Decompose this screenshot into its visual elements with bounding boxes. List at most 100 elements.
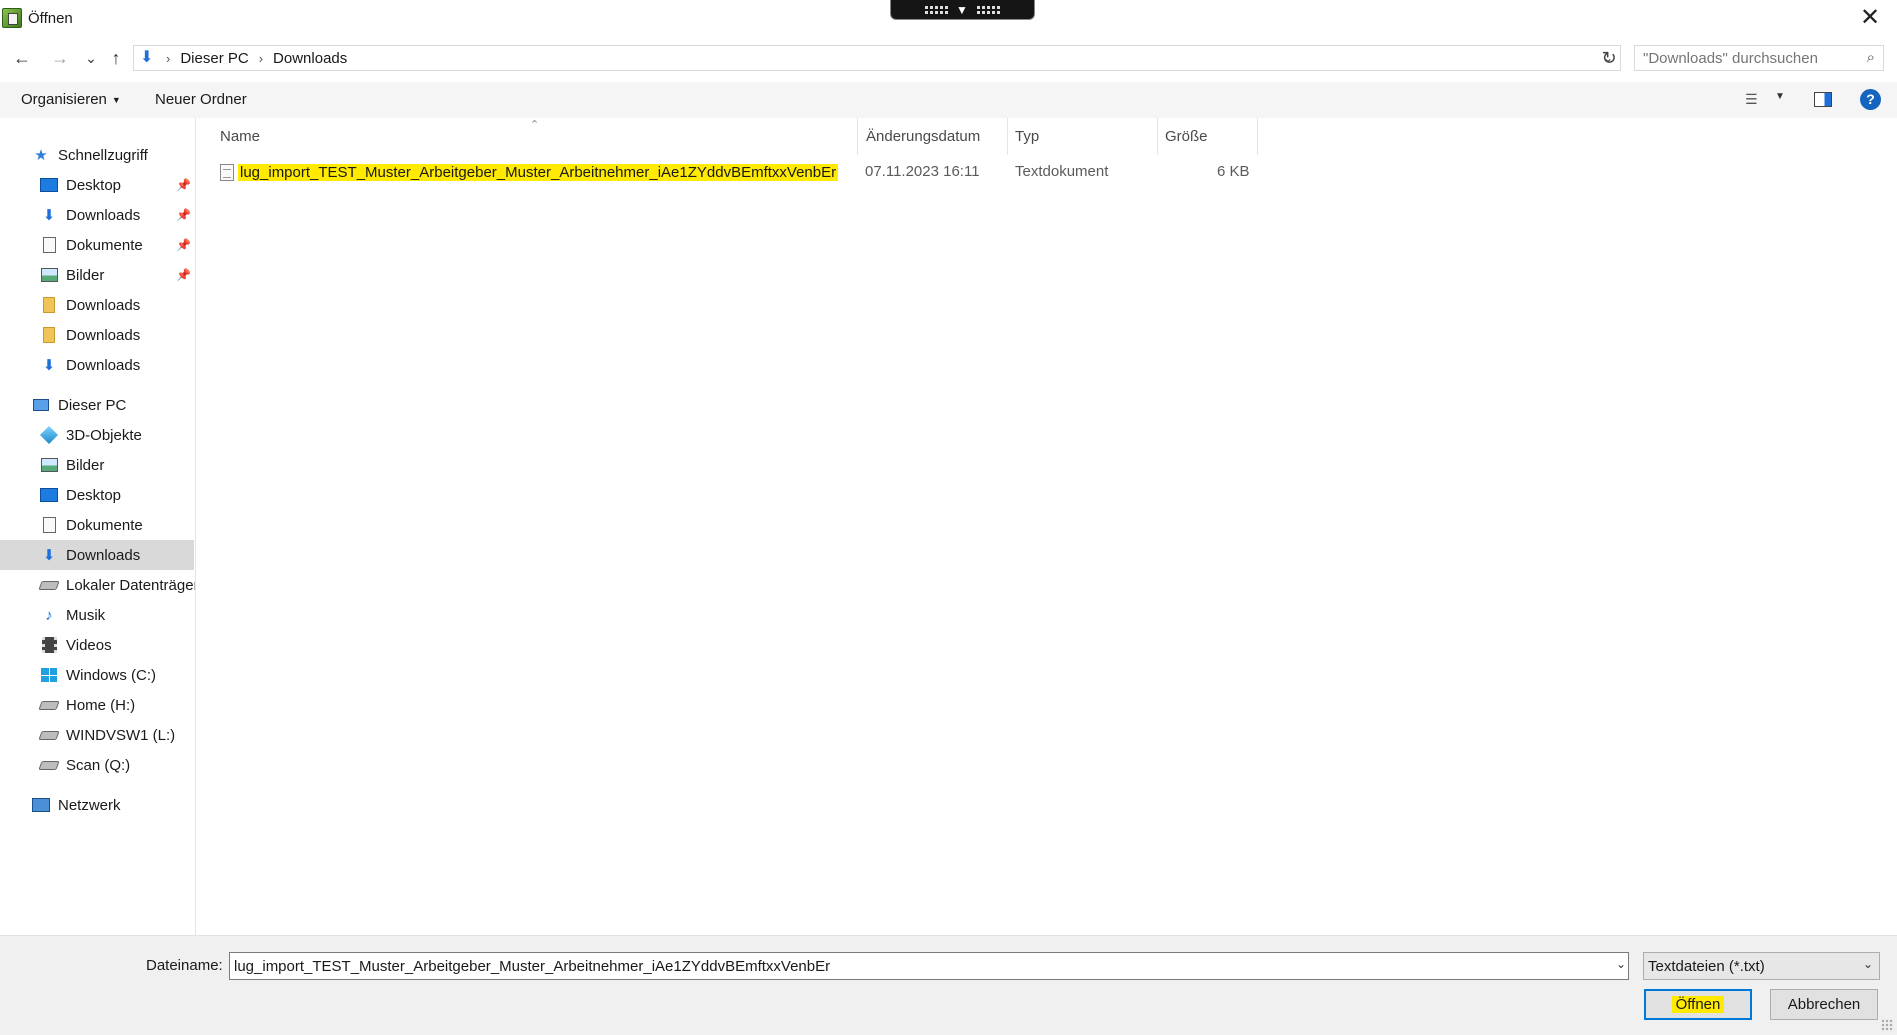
sidebar-item-windows-c[interactable]: Windows (C:) <box>0 660 194 690</box>
view-options-caret-icon[interactable]: ▼ <box>1775 91 1785 102</box>
open-button[interactable]: Öffnen <box>1644 989 1752 1020</box>
download-arrow-icon: ⬇ <box>42 207 56 224</box>
remote-session-toolbar[interactable]: ▼ <box>890 0 1035 20</box>
file-type-filter-select[interactable]: Textdateien (*.txt) ⌄ <box>1643 952 1880 980</box>
sidebar-item-label: Desktop <box>66 176 122 194</box>
file-type: Textdokument <box>1015 163 1109 180</box>
pin-icon: 📌 <box>176 268 191 282</box>
chevron-down-icon[interactable]: ⌄ <box>1863 957 1873 971</box>
sidebar-item-label: Dieser PC <box>58 396 127 414</box>
file-list[interactable]: ⌃ Name Änderungsdatum Typ Größe lug_impo… <box>197 118 1897 935</box>
file-size: 6 KB <box>1217 163 1250 180</box>
network-drive-icon <box>38 726 60 744</box>
folder-icon <box>40 326 58 344</box>
caret-down-icon: ▼ <box>111 95 121 106</box>
column-header-size[interactable]: Größe <box>1158 118 1258 155</box>
refresh-icon[interactable]: ↻ <box>1597 46 1621 70</box>
sidebar-item-label: Dokumente <box>66 516 143 534</box>
sidebar-item-windvsw1-l[interactable]: WINDVSW1 (L:) <box>0 720 194 750</box>
column-header-type[interactable]: Typ <box>1008 118 1158 155</box>
resize-grip-icon[interactable] <box>1881 1019 1893 1031</box>
pin-icon: 📌 <box>176 178 191 192</box>
forward-arrow-icon[interactable]: → <box>48 46 72 70</box>
pictures-icon <box>40 266 58 284</box>
filename-label: Dateiname: <box>146 957 223 974</box>
sidebar-item-label: Schnellzugriff <box>58 146 148 164</box>
cancel-button[interactable]: Abbrechen <box>1770 989 1878 1020</box>
sidebar-item-3d-objects[interactable]: 3D-Objekte <box>0 420 194 450</box>
sidebar-item-quick-access[interactable]: ★ Schnellzugriff <box>0 140 194 170</box>
sidebar-item-label: Scan (Q:) <box>66 756 131 774</box>
sidebar-item-label: Lokaler Datenträger <box>66 576 196 594</box>
chevron-down-icon[interactable]: ⌄ <box>1616 957 1626 971</box>
sidebar-item-desktop[interactable]: Desktop 📌 <box>0 170 194 200</box>
sidebar-item-documents[interactable]: Dokumente 📌 <box>0 230 194 260</box>
file-row[interactable]: lug_import_TEST_Muster_Arbeitgeber_Muste… <box>220 160 839 184</box>
sidebar-item-documents[interactable]: Dokumente <box>0 510 194 540</box>
back-arrow-icon[interactable]: ← <box>10 46 34 70</box>
sidebar-item-this-pc[interactable]: Dieser PC <box>0 390 194 420</box>
column-header-label: Name <box>220 128 261 145</box>
3d-objects-icon <box>39 425 59 445</box>
breadcrumb-separator-icon: › <box>258 50 264 66</box>
sidebar-item-label: Downloads <box>66 546 141 564</box>
music-icon: ♪ <box>45 606 53 624</box>
sidebar-item-downloads-selected[interactable]: ⬇ Downloads <box>0 540 194 570</box>
search-icon[interactable]: ⌕ <box>1867 49 1875 66</box>
pin-icon: 📌 <box>176 208 191 222</box>
search-box[interactable]: ⌕ <box>1634 45 1884 71</box>
sidebar-item-downloads[interactable]: ⬇ Downloads <box>0 350 194 380</box>
network-drive-icon <box>38 696 60 714</box>
help-icon[interactable]: ? <box>1860 89 1881 110</box>
sidebar-item-label: Downloads <box>66 296 141 314</box>
view-options-icon[interactable]: ☰ <box>1745 91 1765 107</box>
up-arrow-icon[interactable]: ↑ <box>104 46 128 70</box>
open-button-label: Öffnen <box>1671 996 1725 1013</box>
drive-icon <box>38 576 60 594</box>
sidebar-item-label: Musik <box>66 606 106 624</box>
organize-menu-button[interactable]: Organisieren ▼ <box>21 91 121 108</box>
column-header-modified[interactable]: Änderungsdatum <box>858 118 1008 155</box>
close-icon[interactable]: ✕ <box>1855 4 1885 32</box>
file-name[interactable]: lug_import_TEST_Muster_Arbeitgeber_Muste… <box>238 163 839 181</box>
download-arrow-icon: ⬇ <box>42 547 56 564</box>
address-bar[interactable]: ⬇ › Dieser PC › Downloads ⌄ <box>133 45 1621 71</box>
sidebar-item-downloads-folder[interactable]: Downloads <box>0 320 194 350</box>
preview-pane-icon[interactable] <box>1814 92 1832 107</box>
breadcrumb-this-pc[interactable]: Dieser PC <box>180 50 248 67</box>
sidebar-item-local-disk[interactable]: Lokaler Datenträger <box>0 570 196 600</box>
sidebar-item-label: Downloads <box>66 326 141 344</box>
dialog-footer: Dateiname: lug_import_TEST_Muster_Arbeit… <box>0 935 1897 1035</box>
sidebar-item-scan-q[interactable]: Scan (Q:) <box>0 750 194 780</box>
sidebar-item-network[interactable]: Netzwerk <box>0 790 194 820</box>
breadcrumb-downloads[interactable]: Downloads <box>273 50 347 67</box>
sidebar-item-downloads-folder[interactable]: Downloads <box>0 290 194 320</box>
remote-dots-right-icon <box>976 5 1000 14</box>
download-arrow-icon: ⬇ <box>140 49 154 66</box>
new-folder-button[interactable]: Neuer Ordner <box>155 91 247 108</box>
sidebar-item-desktop[interactable]: Desktop <box>0 480 194 510</box>
sidebar-item-label: Bilder <box>66 266 105 284</box>
network-drive-icon <box>38 756 60 774</box>
sidebar-item-home-h[interactable]: Home (H:) <box>0 690 194 720</box>
sidebar-item-videos[interactable]: Videos <box>0 630 194 660</box>
filename-field[interactable]: lug_import_TEST_Muster_Arbeitgeber_Muste… <box>229 952 1629 980</box>
recent-locations-chevron-icon[interactable]: ⌄ <box>79 46 103 70</box>
sidebar-item-downloads[interactable]: ⬇ Downloads 📌 <box>0 200 194 230</box>
sidebar-item-pictures[interactable]: Bilder 📌 <box>0 260 194 290</box>
search-input[interactable] <box>1643 49 1853 67</box>
filter-value: Textdateien (*.txt) <box>1648 957 1765 975</box>
column-header-name[interactable]: Name <box>197 118 858 155</box>
remote-arrow-down-icon: ▼ <box>956 2 969 17</box>
sidebar-item-music[interactable]: ♪ Musik <box>0 600 194 630</box>
pictures-icon <box>40 456 58 474</box>
sidebar-item-pictures[interactable]: Bilder <box>0 450 194 480</box>
filename-value[interactable]: lug_import_TEST_Muster_Arbeitgeber_Muste… <box>234 958 830 975</box>
sidebar-item-label: Dokumente <box>66 236 143 254</box>
column-header-label: Änderungsdatum <box>866 128 981 145</box>
window-title: Öffnen <box>28 9 73 27</box>
title-bar: Öffnen ▼ ✕ <box>0 0 1897 36</box>
sidebar-item-label: Windows (C:) <box>66 666 157 684</box>
navigation-pane[interactable]: ★ Schnellzugriff Desktop 📌 ⬇ Downloads 📌… <box>0 118 196 935</box>
computer-icon <box>32 396 50 414</box>
